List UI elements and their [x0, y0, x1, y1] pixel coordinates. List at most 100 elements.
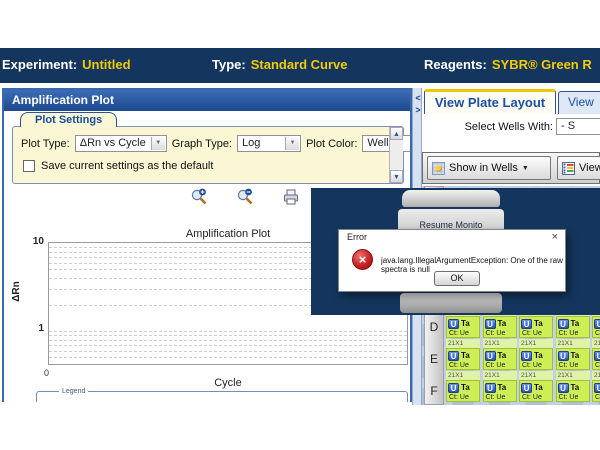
y-axis-label: ΔRn — [11, 281, 22, 302]
plot-type-label: Plot Type: — [21, 138, 70, 150]
well-ct-value: Ct: Ue — [594, 361, 600, 370]
reagents-value: SYBR® Green R — [492, 57, 592, 72]
plate-well[interactable]: 21X1UTaCt: Ue — [592, 348, 600, 370]
panel-title: Amplification Plot — [4, 90, 410, 111]
well-target: Ta — [498, 319, 507, 328]
well-quantity: 21X1 — [556, 339, 590, 348]
zoom-out-icon[interactable] — [236, 188, 254, 206]
well-ct-value: Ct: Ue — [485, 361, 516, 370]
show-in-wells-button[interactable]: Show in Wells ▼ — [427, 156, 551, 180]
collapse-left-icon[interactable]: < — [414, 93, 422, 103]
well-quantity: 21X1 — [556, 371, 590, 380]
well-ct-value: Ct: Ue — [485, 329, 516, 338]
plate-well[interactable]: 21X1UTaCt: Ue — [519, 348, 553, 370]
plate-well[interactable]: 21X1UTaCt: Ue — [592, 380, 600, 402]
plate-well[interactable]: 21X1UTaCt: Ue — [446, 380, 480, 402]
well-ct-value: Ct: Ue — [448, 329, 479, 338]
well-quantity: 21X1 — [592, 371, 600, 380]
plot-color-select[interactable]: Well▼ — [362, 135, 412, 152]
save-default-checkbox[interactable] — [23, 160, 35, 172]
chevron-down-icon[interactable]: ▼ — [285, 137, 299, 150]
well-target: Ta — [461, 383, 470, 392]
well-target: Ta — [461, 351, 470, 360]
wells-icon — [432, 162, 445, 175]
well-quantity: 21X1 — [483, 339, 517, 348]
y-gridline — [49, 331, 407, 332]
plate-row-label: E — [424, 352, 444, 366]
tab-plot-settings[interactable]: Plot Settings — [20, 112, 117, 127]
plate-well[interactable]: 21X1UTaCt: Ue — [519, 380, 553, 402]
view-legend-button[interactable]: View L — [557, 156, 600, 180]
graph-type-select[interactable]: Log▼ — [237, 135, 301, 152]
graph-type-label: Graph Type: — [172, 138, 232, 150]
well-ct-value: Ct: Ue — [558, 393, 589, 402]
tab-view-well-table[interactable]: View — [558, 91, 600, 114]
select-wells-dropdown[interactable]: - S▼ — [556, 118, 600, 135]
sample-type-badge: U — [521, 319, 532, 329]
sample-type-badge: U — [521, 383, 532, 393]
zoom-in-icon[interactable] — [190, 188, 208, 206]
well-ct-value: Ct: Ue — [448, 361, 479, 370]
plate-row-label: F — [424, 384, 444, 398]
x-axis-label: Cycle — [48, 377, 408, 389]
error-icon: × — [352, 249, 373, 270]
experiment-value: Untitled — [82, 57, 130, 72]
sample-type-badge: U — [594, 319, 600, 329]
legend-label: Legend — [59, 388, 88, 395]
instrument-base — [400, 293, 502, 313]
well-quantity: 21X1 — [483, 371, 517, 380]
instrument-top — [402, 190, 500, 207]
well-target: Ta — [534, 319, 543, 328]
scroll-up-icon[interactable]: ▲ — [390, 127, 403, 140]
sample-type-badge: U — [558, 319, 569, 329]
well-target: Ta — [571, 383, 580, 392]
plate-well[interactable]: 21X1UTaCt: Ue — [519, 316, 553, 338]
sample-type-badge: U — [558, 351, 569, 361]
app-screen: Experiment:Untitled Type:Standard Curve … — [0, 0, 600, 450]
sample-type-badge: U — [594, 351, 600, 361]
y-gridline — [49, 345, 407, 346]
well-target: Ta — [571, 351, 580, 360]
chevron-down-icon[interactable]: ▼ — [151, 137, 165, 150]
plate-toolbar: Show in Wells ▼ View L — [422, 152, 600, 184]
print-icon[interactable] — [282, 188, 300, 206]
plate-well[interactable]: 21X1UTaCt: Ue — [592, 316, 600, 338]
well-ct-value: Ct: Ue — [521, 361, 552, 370]
well-ct-value: Ct: Ue — [558, 361, 589, 370]
type-value: Standard Curve — [251, 57, 348, 72]
plate-well[interactable]: 21X1UTaCt: Ue — [556, 380, 590, 402]
plot-type-select[interactable]: ΔRn vs Cycle▼ — [75, 135, 167, 152]
sample-type-badge: U — [521, 351, 532, 361]
sample-type-badge: U — [448, 351, 459, 361]
plate-well[interactable]: 21X1UTaCt: Ue — [483, 316, 517, 338]
sample-type-badge: U — [485, 383, 496, 393]
well-ct-value: Ct: Ue — [521, 329, 552, 338]
well-target: Ta — [571, 319, 580, 328]
tab-view-plate-layout[interactable]: View Plate Layout — [424, 89, 556, 114]
sample-type-badge: U — [448, 383, 459, 393]
error-dialog-title: Error — [347, 232, 367, 242]
plate-well[interactable]: 21X1UTaCt: Ue — [446, 316, 480, 338]
plate-well[interactable]: 21X1UTaCt: Ue — [556, 348, 590, 370]
plot-settings-box: Plot Type: ΔRn vs Cycle▼ Graph Type: Log… — [12, 126, 404, 184]
ok-button[interactable]: OK — [434, 271, 480, 286]
y-tick-10: 10 — [24, 236, 44, 247]
expand-right-icon[interactable]: > — [414, 105, 422, 115]
plate-well[interactable]: 21X1UTaCt: Ue — [483, 348, 517, 370]
reagents-label: Reagents: — [424, 57, 487, 72]
type-label: Type: — [212, 57, 246, 72]
well-ct-value: Ct: Ue — [485, 393, 516, 402]
settings-scrollbar[interactable]: ▲ ▼ — [389, 127, 403, 183]
close-icon[interactable]: × — [552, 231, 558, 243]
well-quantity: 21X1 — [592, 339, 600, 348]
legend-group-box: Legend — [36, 391, 408, 402]
plate-well[interactable]: 21X1UTaCt: Ue — [556, 316, 590, 338]
well-ct-value: Ct: Ue — [521, 393, 552, 402]
well-ct-value: Ct: Ue — [448, 393, 479, 402]
table-icon — [562, 162, 575, 175]
y-tick-1: 1 — [24, 323, 44, 334]
scroll-down-icon[interactable]: ▼ — [390, 170, 403, 183]
well-target: Ta — [534, 383, 543, 392]
plate-well[interactable]: 21X1UTaCt: Ue — [446, 348, 480, 370]
plate-well[interactable]: 21X1UTaCt: Ue — [483, 380, 517, 402]
